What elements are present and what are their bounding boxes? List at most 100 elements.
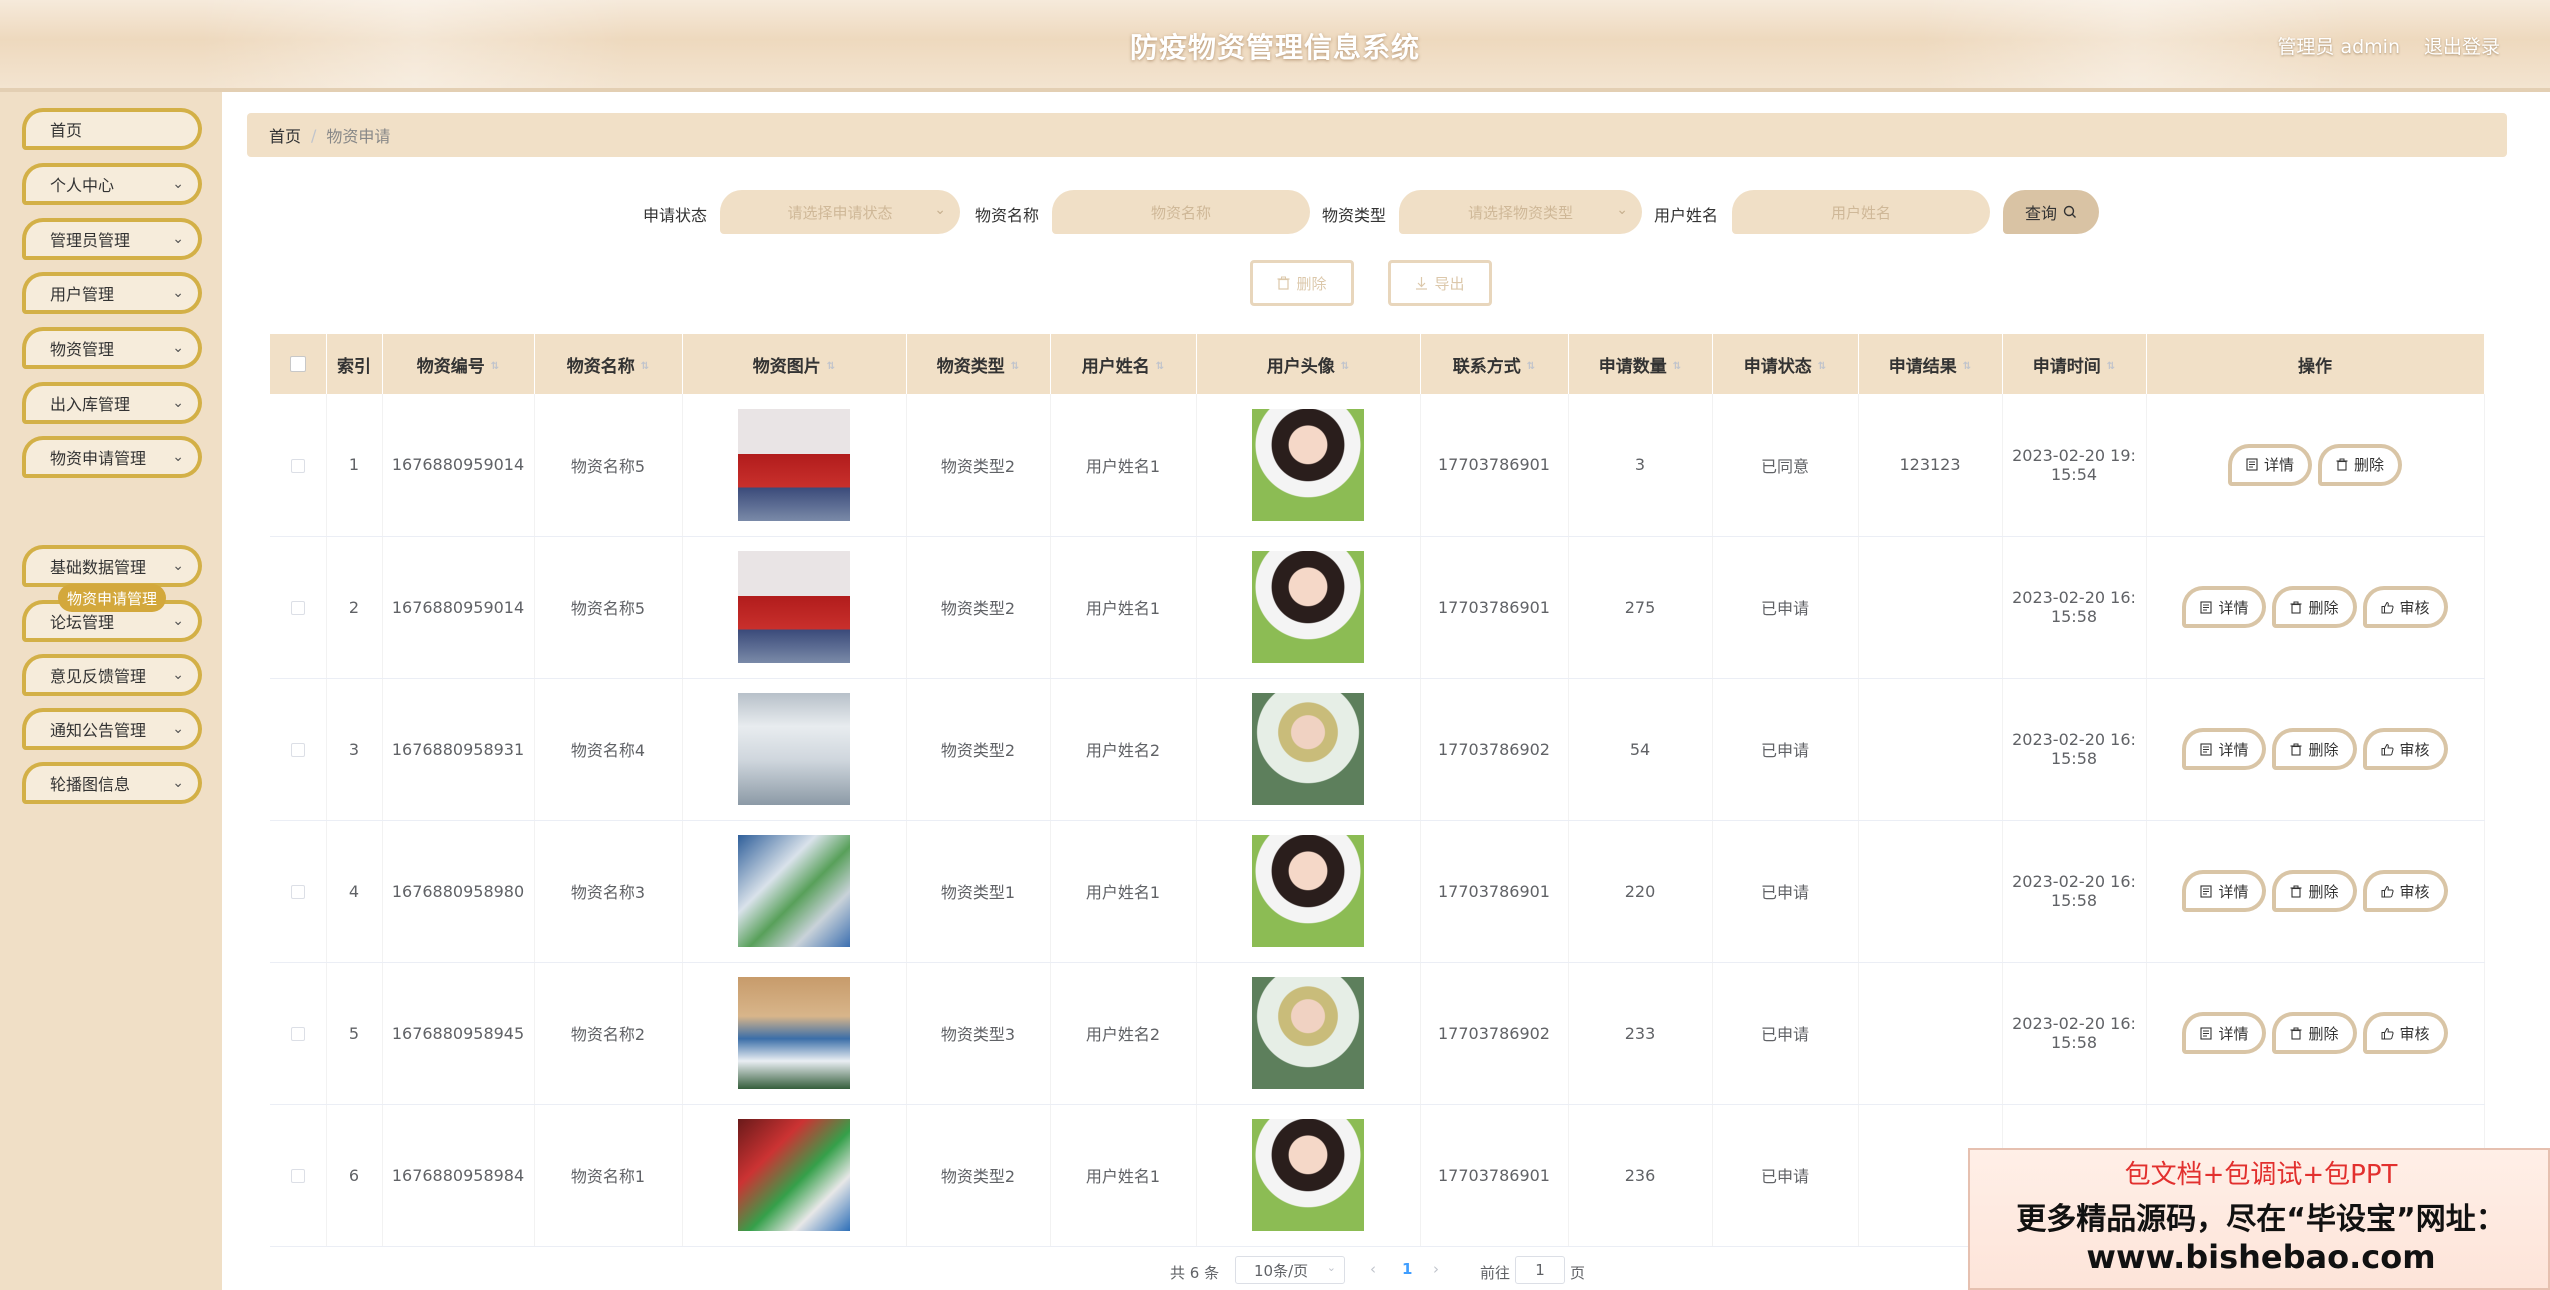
row-select-cell [270,536,327,679]
avatar[interactable] [1252,693,1364,805]
column-header[interactable]: 用户姓名 ⇅ [1050,334,1197,394]
image-cell [682,678,907,821]
avatar[interactable] [1252,551,1364,663]
sidebar-item[interactable]: 意见反馈管理 ⌄ [22,654,202,696]
table-row[interactable]: 1 1676880959014 物资名称5 物资类型2 用户姓名1 17703786901… [270,394,2485,537]
avatar[interactable] [1252,1119,1364,1231]
goods-image[interactable] [738,977,850,1089]
row-select-cell [270,394,327,537]
row-checkbox[interactable] [290,743,305,757]
sidebar-item[interactable]: 基础数据管理 ⌄ [22,545,202,587]
column-header[interactable]: 申请状态 ⇅ [1712,334,1859,394]
type-select[interactable]: 请选择物资类型 ⌄ [1399,190,1642,234]
column-header[interactable]: 物资编号 ⇅ [382,334,535,394]
audit-button[interactable]: 审核 [2362,1012,2448,1054]
table-row[interactable]: 5 1676880958945 物资名称2 物资类型3 用户姓名2 17703786902… [270,962,2485,1105]
prev-page-icon[interactable]: ‹ [1370,1260,1376,1278]
row-checkbox[interactable] [290,601,305,615]
qty-cell: 275 [1568,536,1713,679]
sort-caret-icon[interactable]: ⇅ [1673,361,1681,372]
phone-cell: 17703786902 [1420,962,1569,1105]
avatar-cell [1196,962,1421,1105]
ops-cell: 详情 删除 审核 [2146,962,2485,1105]
sidebar-item[interactable]: 轮播图信息 ⌄ [22,762,202,804]
status-value: 已申请 [1760,599,1809,618]
index-cell: 6 [326,1104,383,1247]
row-checkbox[interactable] [290,885,305,899]
status-select[interactable]: 请选择申请状态 ⌄ [720,190,960,234]
table-row[interactable]: 2 1676880959014 物资名称5 物资类型2 用户姓名1 17703786901… [270,536,2485,679]
delete-button[interactable]: 删除 [2272,586,2357,628]
sort-caret-icon[interactable]: ⇅ [1156,361,1164,372]
sort-caret-icon[interactable]: ⇅ [1963,361,1971,372]
qty-value: 236 [1624,1165,1656,1185]
delete-button-label: 删除 [2354,456,2385,475]
sort-caret-icon[interactable]: ⇅ [1818,361,1826,372]
goods-image[interactable] [738,693,850,805]
detail-button[interactable]: 详情 [2182,1012,2267,1054]
batch-delete-button[interactable]: 删除 [1250,260,1354,306]
avatar[interactable] [1252,408,1364,521]
row-checkbox[interactable] [290,1169,305,1183]
logout-link[interactable]: 退出登录 [2424,32,2500,59]
detail-button[interactable]: 详情 [2182,870,2267,912]
column-header[interactable]: 申请结果 ⇅ [1858,334,2003,394]
export-button[interactable]: 导出 [1388,260,1492,306]
select-all-checkbox[interactable] [289,356,306,372]
sidebar-item[interactable]: 出入库管理 ⌄ [22,382,202,424]
sort-caret-icon[interactable]: ⇅ [2107,361,2115,372]
sidebar-item[interactable]: 物资管理 ⌄ [22,327,202,369]
sidebar-item[interactable]: 首页 [22,108,202,150]
goods-image[interactable] [738,1119,850,1231]
goods-image[interactable] [738,551,850,663]
sort-caret-icon[interactable]: ⇅ [1527,361,1535,372]
column-header[interactable]: 申请时间 ⇅ [2002,334,2147,394]
column-header[interactable]: 物资类型 ⇅ [906,334,1051,394]
sidebar-subitem-active[interactable]: 物资申请管理 [58,584,166,612]
delete-button[interactable]: 删除 [2318,443,2403,486]
audit-button[interactable]: 审核 [2362,870,2448,912]
row-checkbox[interactable] [290,1027,305,1041]
avatar[interactable] [1252,977,1364,1089]
sidebar-item[interactable]: 用户管理 ⌄ [22,272,202,314]
column-header[interactable]: 物资图片 ⇅ [682,334,907,394]
audit-button[interactable]: 审核 [2362,586,2448,628]
table-row[interactable]: 3 1676880958931 物资名称4 物资类型2 用户姓名2 17703786902… [270,678,2485,821]
index-cell: 2 [326,536,383,679]
name-input[interactable]: 物资名称 [1052,190,1310,234]
ad-banner[interactable]: 包文档+包调试+包PPT 更多精品源码，尽在“毕设宝”网址： www.bishe… [1968,1148,2550,1290]
column-header[interactable]: 用户头像 ⇅ [1196,334,1421,394]
sort-caret-icon[interactable]: ⇅ [1011,361,1019,372]
column-header[interactable]: 申请数量 ⇅ [1568,334,1713,394]
sort-caret-icon[interactable]: ⇅ [1341,361,1349,372]
sort-caret-icon[interactable]: ⇅ [827,361,835,372]
table-row[interactable]: 4 1676880958980 物资名称3 物资类型1 用户姓名1 17703786901… [270,820,2485,963]
delete-button[interactable]: 删除 [2272,870,2357,912]
page-number-current[interactable]: 1 [1402,1260,1412,1278]
goods-image[interactable] [738,835,850,947]
next-page-icon[interactable]: › [1433,1260,1439,1278]
breadcrumb-home[interactable]: 首页 [269,123,301,147]
type-value: 物资类型2 [940,456,1016,476]
time-value-clock: 15:58 [2050,749,2098,768]
delete-button[interactable]: 删除 [2272,1012,2357,1054]
goto-page-input[interactable]: 1 [1515,1256,1565,1284]
detail-button[interactable]: 详情 [2227,443,2312,486]
column-header[interactable]: 物资名称 ⇅ [534,334,683,394]
user-input[interactable]: 用户姓名 [1732,190,1990,234]
avatar[interactable] [1252,835,1364,947]
status-value: 已申请 [1760,1025,1809,1044]
row-checkbox[interactable] [290,458,305,473]
sidebar-item[interactable]: 物资申请管理 ⌄ [22,436,202,478]
goods-image[interactable] [738,408,850,521]
query-button[interactable]: 查询 [2003,190,2099,234]
audit-button[interactable]: 审核 [2362,728,2448,770]
sidebar-item[interactable]: 通知公告管理 ⌄ [22,708,202,750]
sort-caret-icon[interactable]: ⇅ [641,361,649,372]
detail-button[interactable]: 详情 [2182,586,2267,628]
sort-caret-icon[interactable]: ⇅ [491,361,499,372]
detail-button[interactable]: 详情 [2182,728,2267,770]
delete-button[interactable]: 删除 [2272,728,2357,770]
page-size-select[interactable]: 10条/页 ⌄ [1235,1256,1345,1284]
column-header[interactable]: 联系方式 ⇅ [1420,334,1569,394]
